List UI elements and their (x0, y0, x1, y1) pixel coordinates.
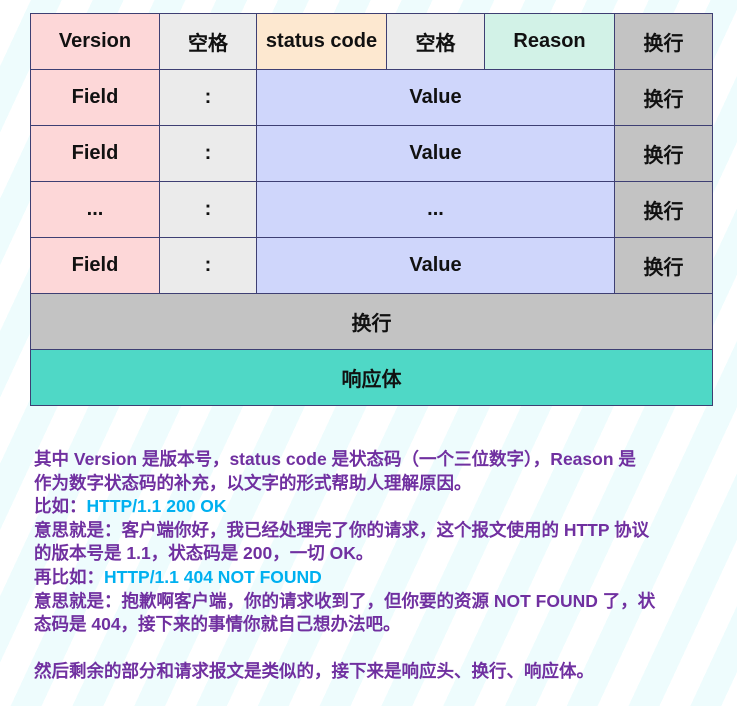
status-code-cell: status code (256, 13, 387, 70)
field-cell: ... (30, 181, 160, 238)
crlf-cell: 换行 (614, 181, 713, 238)
example-code: HTTP/1.1 200 OK (86, 496, 227, 517)
crlf-cell: 换行 (614, 13, 713, 70)
crlf-cell: 换行 (614, 237, 713, 294)
header-field-row: Field : Value 换行 (30, 69, 713, 126)
example-prefix: 再比如： (34, 566, 104, 587)
version-cell: Version (30, 13, 160, 70)
example-code: HTTP/1.1 404 NOT FOUND (104, 566, 322, 587)
value-cell: Value (256, 237, 615, 294)
example-prefix: 比如： (34, 496, 87, 517)
field-cell: Field (30, 125, 160, 182)
meaning-line: 意思就是：客户端你好，我已经处理完了你的请求，这个报文使用的 HTTP 协议 (34, 519, 650, 540)
crlf-cell: 换行 (614, 69, 713, 126)
explanation-text: 其中 Version 是版本号，status code 是状态码（一个三位数字）… (34, 448, 724, 684)
space-cell: 空格 (386, 13, 485, 70)
reason-cell: Reason (484, 13, 615, 70)
http-response-structure-diagram: Version 空格 status code 空格 Reason 换行 Fiel… (30, 13, 713, 406)
value-cell: Value (256, 125, 615, 182)
meaning-line: 意思就是：抱歉啊客户端，你的请求收到了，但你要的资源 NOT FOUND 了，状 (34, 590, 656, 611)
header-field-row: Field : Value 换行 (30, 125, 713, 182)
status-line-row: Version 空格 status code 空格 Reason 换行 (30, 13, 713, 70)
response-body-cell: 响应体 (30, 349, 713, 406)
body-row: 响应体 (30, 349, 713, 406)
blank-line-row: 换行 (30, 293, 713, 350)
value-cell: Value (256, 69, 615, 126)
meaning-line: 的版本号是 1.1，状态码是 200，一切 OK。 (34, 543, 374, 564)
field-cell: Field (30, 69, 160, 126)
separator-cell: : (159, 181, 257, 238)
example-line: 比如：HTTP/1.1 200 OK (34, 495, 724, 519)
example-line: 再比如：HTTP/1.1 404 NOT FOUND (34, 566, 724, 590)
blank-line-cell: 换行 (30, 293, 713, 350)
header-field-row: Field : Value 换行 (30, 237, 713, 294)
separator-cell: : (159, 125, 257, 182)
crlf-cell: 换行 (614, 125, 713, 182)
space-cell: 空格 (159, 13, 257, 70)
conclusion-line: 然后剩余的部分和请求报文是类似的，接下来是响应头、换行、响应体。 (34, 661, 594, 682)
separator-cell: : (159, 237, 257, 294)
header-field-row: ... : ... 换行 (30, 181, 713, 238)
separator-cell: : (159, 69, 257, 126)
field-cell: Field (30, 237, 160, 294)
explanation-line: 其中 Version 是版本号，status code 是状态码（一个三位数字）… (34, 449, 636, 469)
value-cell: ... (256, 181, 615, 238)
explanation-line: 作为数字状态码的补充，以文字的形式帮助人理解原因。 (34, 472, 472, 493)
meaning-line: 态码是 404，接下来的事情你就自己想办法吧。 (34, 614, 401, 635)
